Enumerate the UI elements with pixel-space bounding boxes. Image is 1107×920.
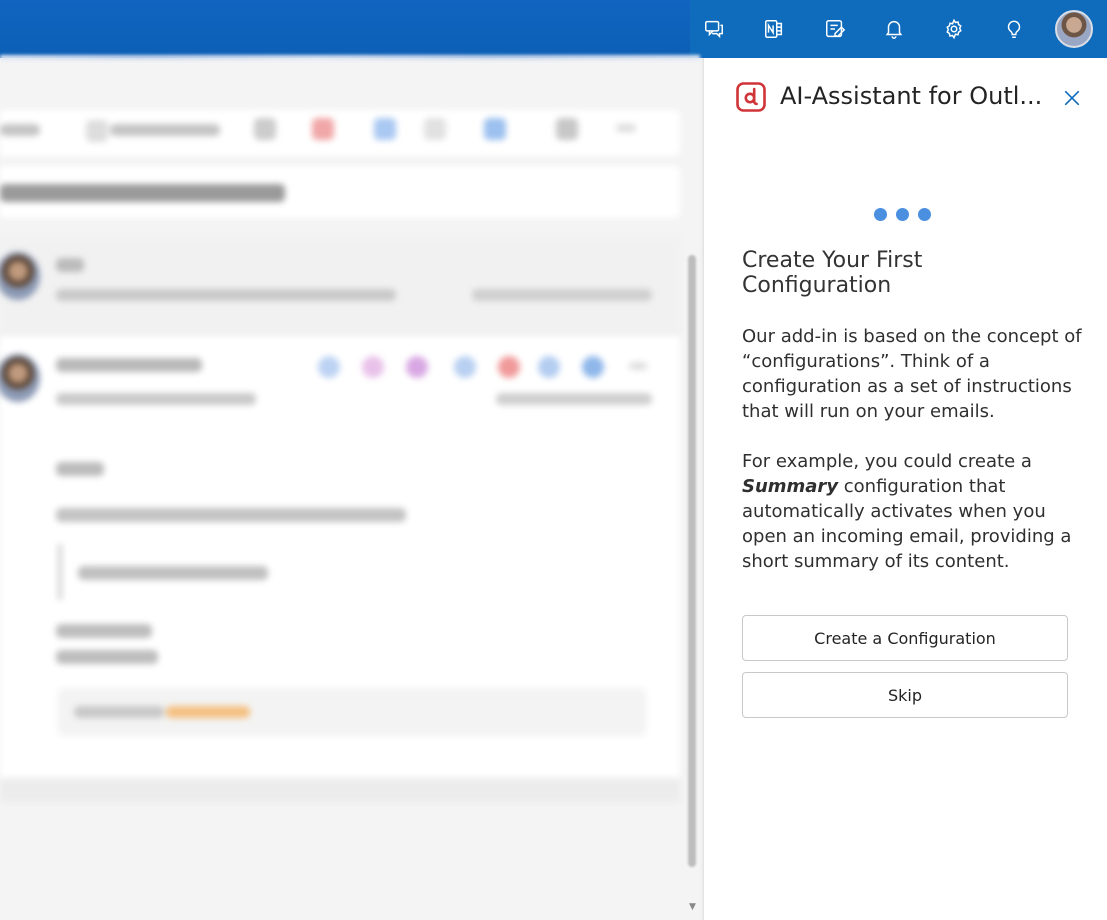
blurred-shape bbox=[0, 124, 40, 136]
blurred-shape bbox=[582, 356, 604, 378]
blurred-shape bbox=[374, 118, 396, 140]
chat-icon[interactable] bbox=[699, 14, 729, 44]
onboarding-paragraph-example: For example, you could create a Summary c… bbox=[742, 449, 1082, 574]
blurred-shape bbox=[424, 118, 446, 140]
blurred-shape bbox=[628, 362, 648, 370]
blurred-shape bbox=[0, 184, 285, 202]
panel-scrollbar[interactable] bbox=[1100, 58, 1107, 920]
loading-dot bbox=[874, 208, 887, 221]
blurred-shape bbox=[56, 258, 84, 272]
blurred-shape bbox=[538, 356, 560, 378]
loading-dot bbox=[896, 208, 909, 221]
blurred-shape bbox=[56, 624, 152, 638]
gear-icon[interactable] bbox=[939, 14, 969, 44]
blurred-shape bbox=[498, 356, 520, 378]
blurred-shape bbox=[110, 124, 220, 136]
onboarding-heading: Create Your First Configuration bbox=[742, 248, 923, 298]
blurred-shape bbox=[454, 356, 476, 378]
blurred-shape bbox=[56, 358, 202, 372]
onboarding-paragraph-concept: Our add-in is based on the concept of “c… bbox=[742, 326, 1082, 422]
addin-side-panel: AI-Assistant for Outl... Create Your Fir… bbox=[703, 58, 1107, 920]
close-panel-button[interactable] bbox=[1060, 86, 1084, 110]
blurred-shape bbox=[362, 356, 384, 378]
lightbulb-icon[interactable] bbox=[999, 14, 1029, 44]
blurred-shape bbox=[318, 356, 340, 378]
bell-icon[interactable] bbox=[879, 14, 909, 44]
skip-button[interactable]: Skip bbox=[742, 672, 1068, 718]
blurred-content bbox=[0, 60, 700, 920]
blurred-shape bbox=[484, 118, 506, 140]
blurred-shape bbox=[0, 778, 680, 802]
blurred-shape bbox=[56, 508, 406, 522]
loading-dots bbox=[874, 208, 938, 222]
scroll-down-arrow-icon[interactable]: ▼ bbox=[689, 902, 696, 912]
tasks-icon[interactable] bbox=[820, 14, 850, 44]
top-bar bbox=[0, 0, 1107, 60]
blurred-shape bbox=[254, 118, 276, 140]
message-collapsed-blurred bbox=[0, 238, 680, 334]
summary-emphasis-text: Summary bbox=[742, 476, 839, 497]
example-prefix-text: For example, you could create a bbox=[742, 451, 1032, 472]
blurred-shape bbox=[78, 566, 268, 580]
panel-title: AI-Assistant for Outl... bbox=[780, 82, 1043, 110]
mail-scrollbar-thumb[interactable] bbox=[688, 255, 696, 867]
mail-reading-pane-blurred bbox=[0, 60, 700, 920]
blurred-shape bbox=[56, 462, 104, 476]
addin-logo-icon bbox=[736, 82, 766, 112]
blurred-shape bbox=[312, 118, 334, 140]
blurred-shape bbox=[56, 289, 396, 301]
blurred-shape bbox=[166, 706, 250, 718]
blurred-shape bbox=[496, 393, 652, 405]
blurred-shape bbox=[406, 356, 428, 378]
blurred-shape bbox=[56, 393, 256, 405]
blurred-shape bbox=[556, 118, 578, 140]
blurred-shape bbox=[56, 650, 158, 664]
blurred-shape bbox=[616, 124, 636, 132]
quote-bar-blurred bbox=[58, 544, 62, 600]
close-icon bbox=[1064, 90, 1080, 106]
user-avatar[interactable] bbox=[1055, 10, 1093, 48]
create-configuration-button[interactable]: Create a Configuration bbox=[742, 615, 1068, 661]
onenote-icon[interactable] bbox=[759, 14, 789, 44]
blurred-shape bbox=[74, 706, 164, 718]
blurred-shape bbox=[86, 120, 108, 142]
blurred-shape bbox=[472, 289, 652, 301]
loading-dot bbox=[918, 208, 931, 221]
top-bar-background bbox=[0, 0, 690, 58]
